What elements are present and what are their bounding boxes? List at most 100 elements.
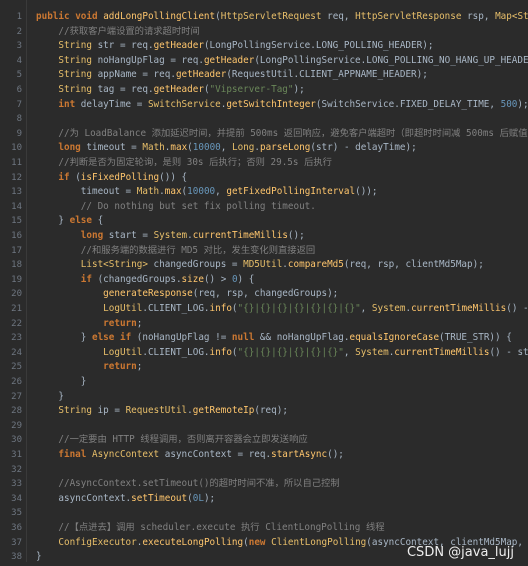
line-number: 17 [11,245,22,256]
code-token: new [248,536,272,548]
code-token: } [36,551,42,563]
code-token: ()) { [159,171,188,183]
code-token: //AsyncContext.setTimeout()的超时时间不准，所以自己控… [36,478,340,490]
code-token: timeout = [36,186,137,198]
line-number: 27 [11,391,22,402]
code-text: //【点进去】调用 scheduler.execute 执行 ClientLon… [36,521,384,535]
code-token: max [170,142,188,154]
code-text: int delayTime = SwitchService.getSwitchI… [36,98,528,112]
code-token: isFixedPolling [80,171,160,183]
code-token: Math [136,186,160,198]
code-token: (RequestUtil.CLIENT_APPNAME_HEADER); [226,69,428,81]
code-token: } [36,390,64,402]
code-token: startAsync [271,449,328,460]
code-token: changedGroups = [153,259,244,271]
code-token: getHeader [153,40,204,52]
code-token: ()); [355,186,378,198]
code-token: System [153,230,188,241]
code-text: } [36,390,64,404]
line-number: 4 [16,55,22,66]
code-token: else [69,215,98,227]
code-token: String [58,405,98,417]
code-token: () > [203,273,232,285]
code-text: String appName = req.getHeader(RequestUt… [36,68,428,82]
code-token: } [36,376,87,387]
code-token: delayTime = [80,98,148,110]
line-number: 9 [16,128,22,139]
code-token: LogUtil [103,346,143,358]
code-token: (req); [254,405,288,417]
code-token: (TRUE_STR)) { [439,332,512,344]
code-token: (LongPollingService.LONG_POLLING_NO_HANG… [254,54,528,66]
code-token: asyncContext = req. [164,449,272,460]
code-token: HttpServletRequest [220,11,328,22]
code-text: //AsyncContext.setTimeout()的超时时间不准，所以自己控… [36,477,340,491]
code-text: public void addLongPollingClient(HttpSer… [36,10,528,24]
code-token: //为 LoadBalance 添加延迟时间，并提前 500ms 返回响应，避免… [36,127,528,139]
code-token: //判断是否为固定轮询，是则 30s 后执行；否则 29.5s 后执行 [36,157,332,168]
line-number: 11 [11,158,22,168]
line-number: 18 [11,260,22,271]
code-token: , [360,303,372,314]
code-token: equalsIgnoreCase [349,332,440,344]
line-number: 32 [11,464,22,475]
code-token: (noHangUpFlag != [136,332,232,344]
code-token: (); [327,449,344,460]
code-token: timeout = [86,142,143,154]
code-token: getFixedPollingInterval [226,186,356,198]
code-text: //一定要由 HTTP 线程调用，否则离开容器会立即发送响应 [36,433,307,447]
line-number: 30 [11,435,22,446]
code-token: 0L [192,492,204,504]
code-token: return [103,361,137,373]
code-token: ) { [237,273,255,285]
code-token: } [36,332,92,344]
code-token: { [97,215,104,227]
code-text: //获取客户端设置的请求超时时间 [36,25,199,39]
code-token: str = req. [97,40,154,52]
code-token: Long [231,142,255,154]
horizontal-scrollbar[interactable] [26,562,528,566]
code-text: } [36,375,87,389]
code-text: } else { [36,214,103,228]
code-token: Math [142,142,165,154]
code-token: ; [136,317,143,329]
code-text: asyncContext.setTimeout(0L); [36,492,215,506]
code-token: max [164,186,182,198]
code-token: Map<String, [495,11,528,22]
code-token: parseLong [259,142,311,154]
code-token: if [58,171,76,183]
code-token: (req, rsp, clientMd5Map); [343,259,484,271]
code-token: (changedGroups. [97,273,182,285]
code-token: 10000 [192,142,221,154]
code-token: currentTimeMillis [411,303,507,314]
code-token: return [103,317,137,329]
code-text: timeout = Math.max(10000, getFixedPollin… [36,185,378,199]
line-number: 16 [11,231,22,241]
code-token: System [355,346,389,358]
code-token: info [209,346,232,358]
csdn-watermark: CSDN @java_lujj [406,545,514,560]
line-number: 22 [11,318,22,329]
code-token: ); [203,492,216,504]
line-number: 6 [16,85,22,95]
code-token: "Vipserver-Tag" [209,84,294,95]
code-text: long timeout = Math.max(10000, Long.pars… [36,141,416,155]
line-number: 34 [11,493,22,504]
line-number: 36 [11,523,22,533]
code-text: } else if (noHangUpFlag != null && noHan… [36,331,512,345]
code-token: .CLIENT_LOG. [142,303,210,314]
code-text: String tag = req.getHeader("Vipserver-Ta… [36,83,304,97]
code-token: () - start [506,303,528,314]
line-number: 8 [16,114,22,125]
line-number: 37 [11,537,22,548]
code-token: tag = req. [97,84,154,95]
line-number: 33 [11,479,22,490]
code-editor[interactable]: 1 public void addLongPollingClient(HttpSe… [0,0,528,566]
